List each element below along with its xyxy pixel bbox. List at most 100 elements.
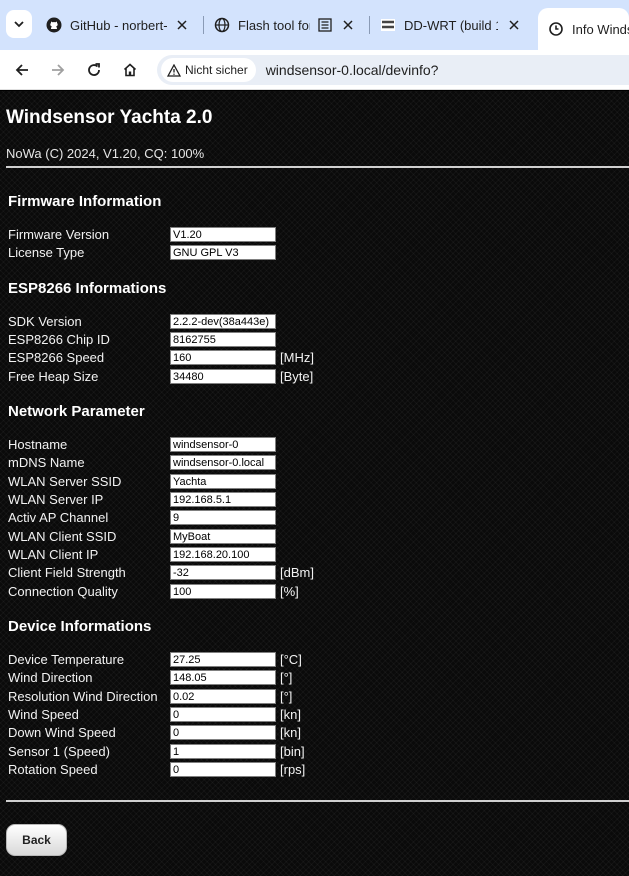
field-value: 8162755: [170, 332, 276, 347]
field-label: Activ AP Channel: [8, 510, 109, 525]
info-row: License Type GNU GPL V3: [8, 245, 628, 261]
tab-title: Info Windse: [572, 21, 629, 37]
field-value: 100: [170, 584, 276, 599]
field-label: mDNS Name: [8, 455, 85, 470]
field-unit: [bin]: [280, 744, 305, 759]
address-bar[interactable]: Nicht sicher windsensor-0.local/devinfo?: [157, 55, 629, 85]
info-row: Rotation Speed 0 [rps]: [8, 762, 628, 778]
info-row: Activ AP Channel 9: [8, 510, 628, 526]
browser-tab-info-windsensor[interactable]: Info Windse: [538, 8, 629, 50]
info-row: WLAN Server SSID Yachta: [8, 474, 628, 490]
field-label: ESP8266 Chip ID: [8, 332, 110, 347]
field-label: Hostname: [8, 437, 68, 452]
field-value: 0: [170, 725, 276, 740]
tab-title: DD-WRT (build 13: [404, 17, 498, 33]
field-value: 0: [170, 707, 276, 722]
field-value: V1.20: [170, 227, 276, 242]
field-unit: [dBm]: [280, 565, 314, 580]
reload-icon: [88, 63, 100, 76]
tab-search-button[interactable]: [6, 10, 32, 38]
tab-separator: [369, 16, 370, 34]
home-button[interactable]: [116, 56, 144, 84]
field-label: WLAN Client SSID: [8, 529, 117, 544]
info-row: WLAN Client IP 192.168.20.100: [8, 547, 628, 563]
field-value: 160: [170, 350, 276, 365]
close-icon[interactable]: [340, 17, 356, 33]
back-button[interactable]: Back: [6, 824, 67, 856]
field-label: Rotation Speed: [8, 762, 98, 777]
field-label: Down Wind Speed: [8, 725, 116, 740]
github-icon: [46, 17, 62, 33]
close-icon[interactable]: [174, 17, 190, 33]
globe-icon: [214, 17, 230, 33]
info-row: Sensor 1 (Speed) 1 [bin]: [8, 744, 628, 760]
browser-tab-ddwrt[interactable]: DD-WRT (build 13: [380, 8, 530, 42]
page-content: Windsensor Yachta 2.0 NoWa (C) 2024, V1.…: [0, 91, 629, 876]
info-row: mDNS Name windsensor-0.local: [8, 455, 628, 471]
field-value: GNU GPL V3: [170, 245, 276, 260]
divider: [6, 800, 629, 802]
info-row: WLAN Client SSID MyBoat: [8, 529, 628, 545]
field-value: 34480: [170, 369, 276, 384]
loading-icon: [548, 21, 564, 37]
section-title-esp8266: ESP8266 Informations: [8, 280, 167, 297]
field-value: Yachta: [170, 474, 276, 489]
arrow-right-icon: [52, 64, 65, 76]
field-label: WLAN Server IP: [8, 492, 104, 507]
ddwrt-icon: [380, 17, 396, 33]
arrow-left-icon: [15, 64, 28, 76]
info-row: Hostname windsensor-0: [8, 437, 628, 453]
field-unit: [kn]: [280, 725, 301, 740]
info-row: WLAN Server IP 192.168.5.1: [8, 492, 628, 508]
browser-tab-bar: GitHub - norbert- Flash tool for t DD-WR…: [0, 0, 629, 50]
field-label: Connection Quality: [8, 584, 118, 599]
field-label: License Type: [8, 245, 85, 260]
info-row: Connection Quality 100 [%]: [8, 584, 628, 600]
field-label: SDK Version: [8, 314, 82, 329]
field-label: Free Heap Size: [8, 369, 99, 384]
field-unit: [%]: [280, 584, 299, 599]
browser-tab-github[interactable]: GitHub - norbert-: [46, 8, 198, 42]
info-row: Client Field Strength -32 [dBm]: [8, 565, 628, 581]
browser-toolbar: Nicht sicher windsensor-0.local/devinfo?: [0, 50, 629, 90]
security-indicator[interactable]: Nicht sicher: [161, 58, 256, 82]
field-label: ESP8266 Speed: [8, 350, 105, 365]
field-label: Resolution Wind Direction: [8, 689, 158, 704]
info-row: Wind Direction 148.05 [°]: [8, 670, 628, 686]
forward-nav-button[interactable]: [44, 56, 72, 84]
back-nav-button[interactable]: [8, 56, 36, 84]
field-value: MyBoat: [170, 529, 276, 544]
field-value: 9: [170, 510, 276, 525]
field-unit: [°]: [280, 689, 293, 704]
info-row: Resolution Wind Direction 0.02 [°]: [8, 689, 628, 705]
field-label: Sensor 1 (Speed): [8, 744, 110, 759]
field-value: 2.2.2-dev(38a443e): [170, 314, 276, 329]
field-unit: [MHz]: [280, 350, 314, 365]
field-value: windsensor-0.local: [170, 455, 276, 470]
info-row: Wind Speed 0 [kn]: [8, 707, 628, 723]
field-value: -32: [170, 565, 276, 580]
field-label: Wind Speed: [8, 707, 79, 722]
tab-title: Flash tool for t: [238, 17, 310, 33]
browser-tab-flash-tool[interactable]: Flash tool for t: [214, 8, 364, 42]
field-value: 192.168.20.100: [170, 547, 276, 562]
field-value: 0.02: [170, 689, 276, 704]
close-icon[interactable]: [506, 17, 522, 33]
info-row: SDK Version 2.2.2-dev(38a443e): [8, 314, 628, 330]
url-text[interactable]: windsensor-0.local/devinfo?: [266, 62, 439, 78]
field-label: Device Temperature: [8, 652, 125, 667]
security-label: Nicht sicher: [185, 63, 248, 77]
field-label: Client Field Strength: [8, 565, 126, 580]
field-unit: [°C]: [280, 652, 302, 667]
field-value: 148.05: [170, 670, 276, 685]
reload-button[interactable]: [80, 56, 108, 84]
page-subtitle: NoWa (C) 2024, V1.20, CQ: 100%: [6, 146, 205, 161]
field-unit: [kn]: [280, 707, 301, 722]
info-row: Free Heap Size 34480 [Byte]: [8, 369, 628, 385]
home-icon: [123, 63, 137, 77]
field-value: windsensor-0: [170, 437, 276, 452]
info-row: Down Wind Speed 0 [kn]: [8, 725, 628, 741]
info-row: Device Temperature 27.25 [°C]: [8, 652, 628, 668]
tab-title: GitHub - norbert-: [70, 17, 168, 33]
info-row: Firmware Version V1.20: [8, 227, 628, 243]
